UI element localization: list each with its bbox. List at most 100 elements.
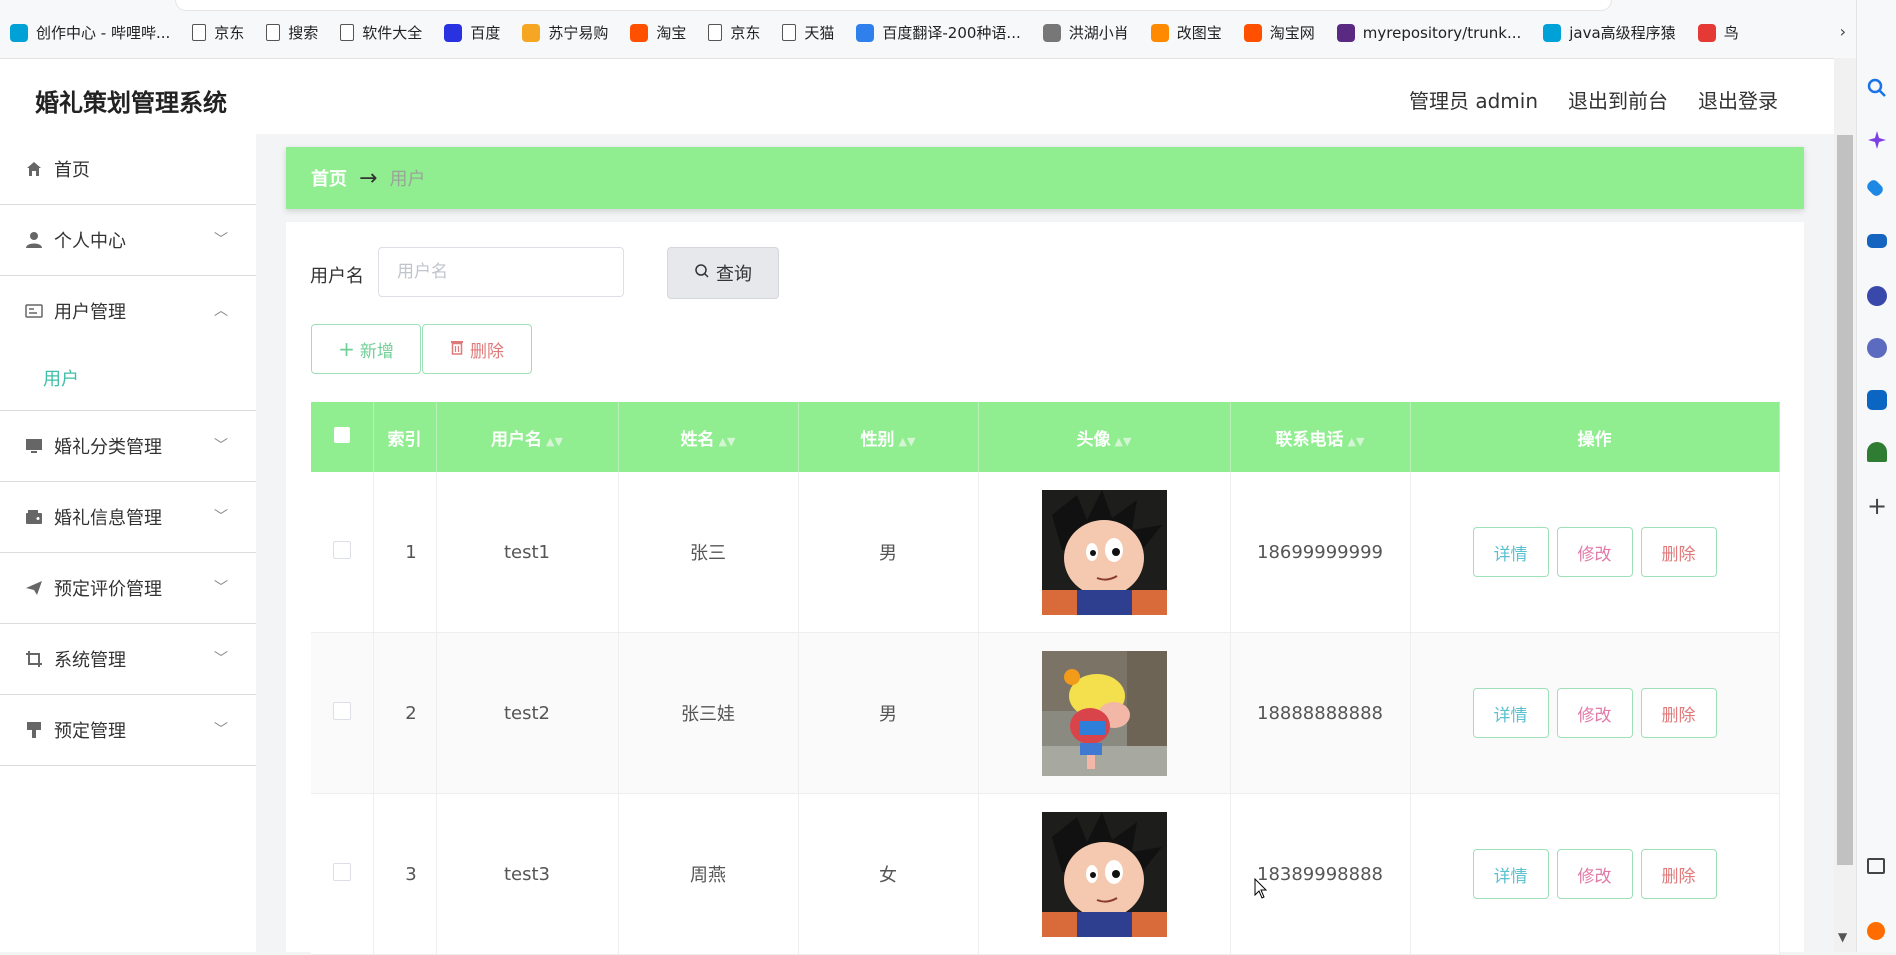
cell-avatar xyxy=(978,632,1231,794)
baidu-paw-icon xyxy=(444,23,463,42)
edit-button[interactable]: 修改 xyxy=(1556,849,1633,899)
sparkle-icon[interactable] xyxy=(1867,130,1887,150)
page-icon xyxy=(782,24,797,41)
sidebar-item-system[interactable]: 系统管理 ﹀ xyxy=(0,624,256,695)
chess-icon[interactable] xyxy=(1867,286,1887,306)
detail-button[interactable]: 详情 xyxy=(1472,849,1549,899)
bookmark-item[interactable]: 百度翻译-200种语... xyxy=(856,22,1021,43)
scroll-down-arrow-icon[interactable]: ▼ xyxy=(1838,930,1847,944)
tree-icon[interactable] xyxy=(1867,442,1887,462)
column-header-gender[interactable]: 性别 ▲▼ xyxy=(798,402,979,472)
chevron-down-icon: ﹀ xyxy=(214,722,228,738)
edit-button[interactable]: 修改 xyxy=(1556,527,1633,577)
sort-icon[interactable]: ▲▼ xyxy=(899,435,916,448)
column-header-username[interactable]: 用户名 ▲▼ xyxy=(436,402,619,472)
bookmark-label: 淘宝网 xyxy=(1269,24,1315,42)
query-button[interactable]: 查询 xyxy=(667,247,779,299)
column-header-phone[interactable]: 联系电话 ▲▼ xyxy=(1230,402,1411,472)
sidebar-item-label: 婚礼信息管理 xyxy=(54,508,162,529)
breadcrumb-arrow: → xyxy=(359,165,378,191)
chevron-down-icon: ﹀ xyxy=(214,651,228,667)
bookmark-item[interactable]: 天猫 xyxy=(782,22,834,43)
bookmark-label: 天猫 xyxy=(804,24,835,42)
column-header-avatar[interactable]: 头像 ▲▼ xyxy=(978,402,1231,472)
sidebar-item-booking-review[interactable]: 预定评价管理 ﹀ xyxy=(0,553,256,624)
bookmark-item[interactable]: myrepository/trunk... xyxy=(1336,22,1522,43)
bookmark-item[interactable]: 京东 xyxy=(708,22,760,43)
logout-link[interactable]: 退出登录 xyxy=(1698,85,1778,114)
bookmark-item[interactable]: 鸟 xyxy=(1697,22,1739,43)
bookmark-item[interactable]: 淘宝 xyxy=(630,22,686,43)
row-checkbox[interactable] xyxy=(311,793,374,955)
sidebar-item-user-management[interactable]: 用户管理 ︿ xyxy=(0,276,256,346)
sort-icon[interactable]: ▲▼ xyxy=(546,435,563,448)
bookmark-label: 淘宝 xyxy=(656,24,687,42)
s-logo-icon[interactable] xyxy=(1867,922,1885,940)
exit-to-frontend-link[interactable]: 退出到前台 xyxy=(1568,85,1668,114)
bookmark-label: myrepository/trunk... xyxy=(1362,23,1522,42)
detail-button[interactable]: 详情 xyxy=(1472,527,1549,577)
swallow-icon xyxy=(1697,23,1716,42)
select-all-checkbox[interactable] xyxy=(311,402,374,472)
bookmark-item[interactable]: 改图宝 xyxy=(1150,22,1222,43)
cell-phone: 18389998888 xyxy=(1230,793,1411,955)
address-bar[interactable] xyxy=(175,0,1612,11)
batch-delete-button[interactable]: 删除 xyxy=(422,324,532,374)
toolbox-icon[interactable] xyxy=(1867,234,1887,248)
tag-icon[interactable] xyxy=(1865,178,1885,198)
id-card-icon xyxy=(24,301,44,321)
bookmark-item[interactable]: 淘宝网 xyxy=(1243,22,1315,43)
edit-button[interactable]: 修改 xyxy=(1556,688,1633,738)
search-icon xyxy=(694,263,710,283)
cell-name: 张三 xyxy=(618,472,799,633)
column-header-index: 索引 xyxy=(373,402,437,472)
breadcrumb-home[interactable]: 首页 xyxy=(311,165,347,191)
table-row: 3 test3 周燕女 18389998888 详情 修改 删除 xyxy=(311,793,1780,955)
chevron-down-icon: ﹀ xyxy=(214,580,228,596)
translate-icon xyxy=(856,23,875,42)
bookmark-label: 百度 xyxy=(470,24,501,42)
bookmark-item[interactable]: java高级程序猿 xyxy=(1543,22,1676,43)
page-scrollbar-thumb[interactable] xyxy=(1837,135,1853,865)
column-header-name[interactable]: 姓名 ▲▼ xyxy=(618,402,799,472)
sidebar-item-wedding-info[interactable]: 婚礼信息管理 ﹀ xyxy=(0,482,256,553)
bookmark-item[interactable]: 百度 xyxy=(444,22,500,43)
detail-button[interactable]: 详情 xyxy=(1472,688,1549,738)
sidebar-subitem-users[interactable]: 用户 xyxy=(0,346,256,411)
cell-index: 3 xyxy=(373,793,437,955)
delete-row-button[interactable]: 删除 xyxy=(1640,527,1717,577)
bookmark-item[interactable]: 京东 xyxy=(192,22,244,43)
copilot-icon[interactable] xyxy=(1867,338,1887,358)
cell-actions: 详情 修改 删除 xyxy=(1410,472,1780,633)
delete-row-button[interactable]: 删除 xyxy=(1640,849,1717,899)
bookmarks-overflow-chevron-icon[interactable]: › xyxy=(1840,22,1846,41)
sidebar-item-label: 预定管理 xyxy=(54,721,126,742)
bookmark-item[interactable]: 搜索 xyxy=(266,22,318,43)
bookmark-item[interactable]: 洪湖小肖 xyxy=(1042,22,1129,43)
sort-icon[interactable]: ▲▼ xyxy=(1115,435,1132,448)
bookmark-label: 创作中心 - 哔哩哔... xyxy=(36,24,171,42)
sidebar-item-wedding-category[interactable]: 婚礼分类管理 ﹀ xyxy=(0,411,256,482)
cell-gender: 男 xyxy=(798,632,979,794)
chevron-up-icon: ︿ xyxy=(214,303,228,319)
sort-icon[interactable]: ▲▼ xyxy=(1348,435,1365,448)
row-checkbox[interactable] xyxy=(311,632,374,794)
row-checkbox[interactable] xyxy=(311,472,374,633)
bookmark-item[interactable]: 软件大全 xyxy=(340,22,422,43)
plus-icon[interactable]: + xyxy=(1867,494,1887,518)
bookmark-item[interactable]: 苏宁易购 xyxy=(522,22,608,43)
sidebar-item-home[interactable]: 首页 xyxy=(0,134,256,205)
sort-icon[interactable]: ▲▼ xyxy=(719,435,736,448)
app-header: 婚礼策划管理系统 管理员 admin 退出到前台 退出登录 xyxy=(0,59,1834,134)
username-search-input[interactable] xyxy=(378,247,624,297)
bookmark-label: 京东 xyxy=(214,24,245,42)
sidebar-item-booking[interactable]: 预定管理 ﹀ xyxy=(0,695,256,766)
bookmark-label: 软件大全 xyxy=(362,24,423,42)
sidebar-item-personal-center[interactable]: 个人中心 ﹀ xyxy=(0,205,256,276)
add-button[interactable]: + 新增 xyxy=(311,324,421,374)
outlook-icon[interactable] xyxy=(1867,390,1887,410)
sidebar-toggle-icon[interactable] xyxy=(1867,858,1885,874)
bookmark-item[interactable]: 创作中心 - 哔哩哔... xyxy=(10,22,170,43)
search-icon[interactable] xyxy=(1867,78,1887,98)
delete-row-button[interactable]: 删除 xyxy=(1640,688,1717,738)
